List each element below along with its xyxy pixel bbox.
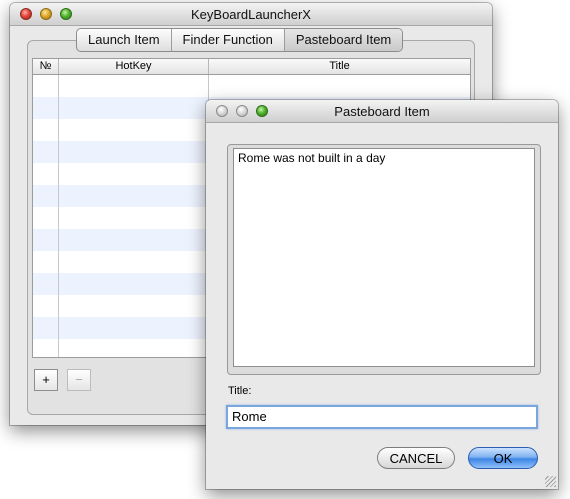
column-divider <box>58 75 59 357</box>
remove-item-button[interactable]: − <box>67 369 91 391</box>
tab-bar: Launch Item Finder Function Pasteboard I… <box>76 28 404 52</box>
ok-button[interactable]: OK <box>468 447 538 469</box>
main-titlebar[interactable]: KeyBoardLauncherX <box>10 3 492 26</box>
column-header-number[interactable]: № <box>33 59 59 74</box>
content-frame: Rome was not built in a day <box>227 144 541 375</box>
pasteboard-window: Pasteboard Item Rome was not built in a … <box>206 100 558 489</box>
title-input[interactable]: Rome <box>226 405 538 429</box>
resize-grip-icon[interactable] <box>545 476 556 487</box>
tab-launch-item[interactable]: Launch Item <box>77 29 172 51</box>
add-item-button[interactable]: + <box>34 369 58 391</box>
tab-finder-function[interactable]: Finder Function <box>172 29 285 51</box>
table-row[interactable] <box>33 75 470 97</box>
table-header: № HotKey Title <box>33 59 470 75</box>
window-title: KeyBoardLauncherX <box>191 7 311 22</box>
pasteboard-titlebar[interactable]: Pasteboard Item <box>206 100 558 123</box>
window-title: Pasteboard Item <box>334 104 430 119</box>
tab-pasteboard-item[interactable]: Pasteboard Item <box>284 29 403 51</box>
column-header-hotkey[interactable]: HotKey <box>59 59 209 74</box>
column-header-title[interactable]: Title <box>209 59 470 74</box>
cancel-button[interactable]: CANCEL <box>377 447 455 469</box>
title-label: Title: <box>228 385 252 397</box>
pasteboard-content-textarea[interactable]: Rome was not built in a day <box>233 148 535 367</box>
